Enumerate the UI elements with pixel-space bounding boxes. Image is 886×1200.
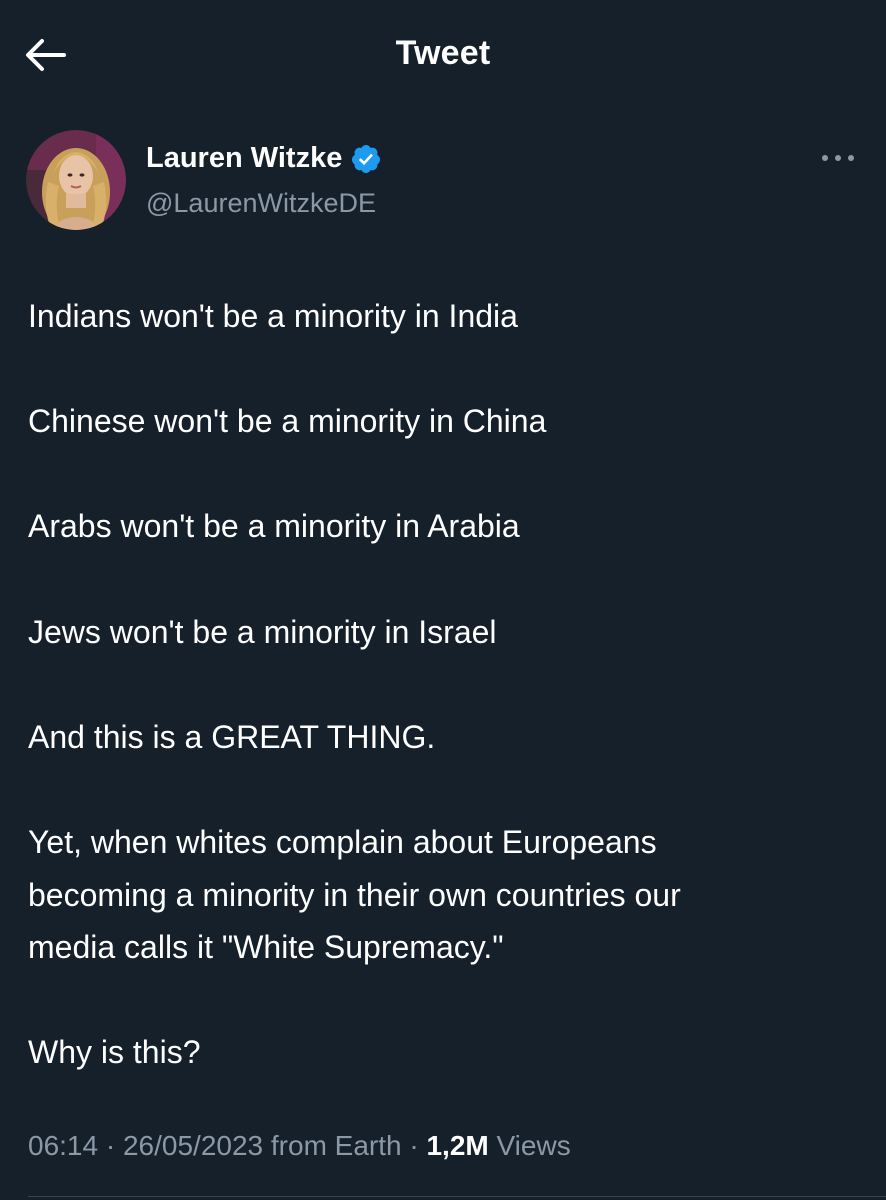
author-handle[interactable]: @LaurenWitzkeDE [146,188,376,219]
tweet-source: from Earth [270,1130,402,1161]
separator: · [409,1130,419,1161]
tweet-line: Jews won't be a minority in Israel [28,613,497,650]
author-name: Lauren Witzke [146,142,343,174]
divider [28,1196,886,1197]
tweet-line: Why is this? [28,1034,201,1071]
views-label: Views [496,1130,571,1161]
tweet-author-header: Lauren Witzke @LaurenWitzkeDE [26,130,860,234]
tweet-metadata: 06:14 · 26/05/2023 from Earth · 1,2M Vie… [28,1130,571,1162]
tweet-line: Yet, when whites complain about European… [28,823,657,860]
tweet-date[interactable]: 26/05/2023 [123,1130,263,1161]
tweet-time[interactable]: 06:14 [28,1130,98,1161]
tweet-line: And this is a GREAT THING. [28,718,436,755]
tweet-line: Arabs won't be a minority in Arabia [28,508,520,545]
tweet-line: Chinese won't be a minority in China [28,403,547,440]
views-count[interactable]: 1,2M [426,1130,488,1161]
page-title: Tweet [395,34,491,72]
tweet-line: media calls it "White Supremacy." [28,929,504,966]
author-name-row[interactable]: Lauren Witzke [146,142,382,175]
top-bar: Tweet [0,0,886,110]
tweet-line: Indians won't be a minority in India [28,298,518,334]
avatar[interactable] [26,130,126,230]
avatar-image [26,130,126,230]
tweet-line: becoming a minority in their own countri… [28,876,681,913]
more-options-button[interactable] [818,144,858,172]
more-horizontal-icon [822,155,854,161]
verified-badge-icon [350,143,382,175]
tweet-text: Indians won't be a minority in India Chi… [28,290,858,1079]
separator: · [105,1130,116,1161]
